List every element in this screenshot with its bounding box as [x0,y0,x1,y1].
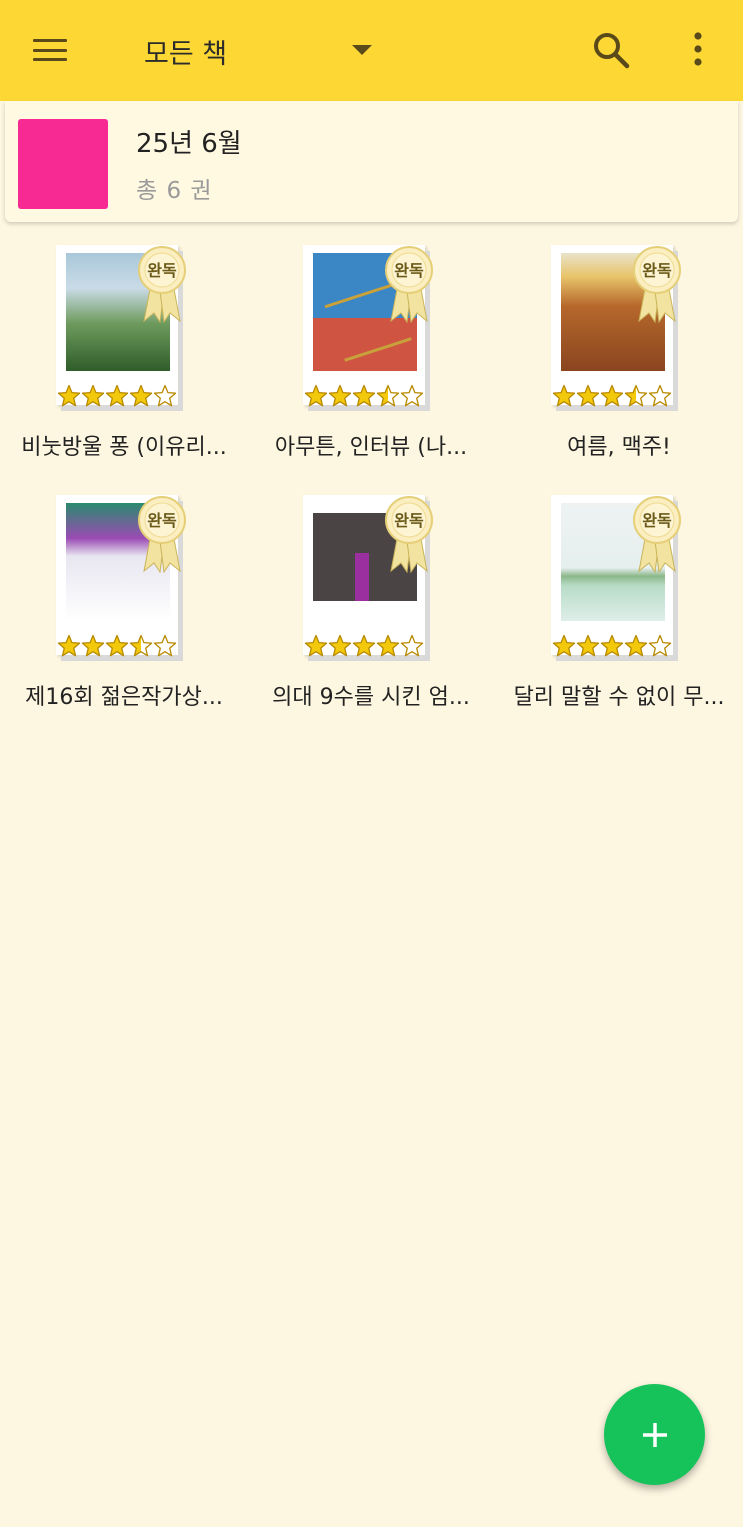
book-cover: 완독 [551,245,687,415]
star-icon [400,634,424,658]
star-icon [57,634,81,658]
rating-stars [57,384,177,408]
star-icon [576,384,600,408]
svg-text:완독: 완독 [147,511,177,530]
rating-stars [552,384,672,408]
book-cover: 완독 [303,245,439,415]
book-title: 의대 9수를 시킨 엄... [272,685,470,710]
svg-text:완독: 완독 [394,511,424,530]
star-icon [576,634,600,658]
svg-text:완독: 완독 [642,511,672,530]
more-vert-icon[interactable] [686,30,710,70]
star-icon [376,634,400,658]
star-icon [105,634,129,658]
book-title: 아무튼, 인터뷰 (나... [274,435,468,460]
star-icon [376,384,400,408]
book-title: 달리 말할 수 없이 무... [513,685,725,710]
book-item[interactable]: 완독 의대 9수를 시킨 엄... [251,495,491,725]
page-title[interactable]: 모든 책 [144,32,227,71]
star-icon [153,384,177,408]
completed-badge-icon: 완독 [627,245,687,324]
star-icon [105,384,129,408]
book-title: 여름, 맥주! [567,435,671,460]
star-icon [129,384,153,408]
star-icon [153,634,177,658]
rating-stars [304,634,424,658]
book-cover: 완독 [56,495,192,665]
svg-text:완독: 완독 [642,261,672,280]
star-icon [328,384,352,408]
star-icon [600,384,624,408]
shelf-book-count: 총 6 권 [136,178,213,204]
star-icon [352,384,376,408]
book-item[interactable]: 완독 비눗방울 퐁 (이유리... [4,245,244,475]
book-cover: 완독 [56,245,192,415]
book-cover: 완독 [551,495,687,665]
star-icon [624,634,648,658]
rating-stars [552,634,672,658]
star-icon [304,384,328,408]
rating-stars [57,634,177,658]
star-icon [648,384,672,408]
plus-icon [642,1422,667,1447]
star-icon [400,384,424,408]
book-item[interactable]: 완독 여름, 맥주! [499,245,739,475]
shelf-color-swatch [18,119,108,209]
star-icon [648,634,672,658]
star-icon [328,634,352,658]
search-icon[interactable] [591,30,631,70]
dropdown-arrow-icon[interactable] [352,45,372,55]
book-cover: 완독 [303,495,439,665]
star-icon [600,634,624,658]
svg-text:완독: 완독 [394,261,424,280]
star-icon [552,634,576,658]
star-icon [352,634,376,658]
book-title: 제16회 젊은작가상... [25,685,223,710]
completed-badge-icon: 완독 [379,495,439,574]
star-icon [624,384,648,408]
star-icon [57,384,81,408]
add-book-button[interactable] [604,1384,705,1485]
book-item[interactable]: 완독 달리 말할 수 없이 무... [499,495,739,725]
svg-text:완독: 완독 [147,261,177,280]
book-item[interactable]: 완독 아무튼, 인터뷰 (나... [251,245,491,475]
star-icon [81,634,105,658]
shelf-name: 25년 6월 [136,129,242,159]
star-icon [552,384,576,408]
star-icon [304,634,328,658]
app-bar: 모든 책 [0,0,743,101]
menu-icon[interactable] [28,32,72,68]
star-icon [129,634,153,658]
book-item[interactable]: 완독 제16회 젊은작가상... [4,495,244,725]
completed-badge-icon: 완독 [132,495,192,574]
completed-badge-icon: 완독 [627,495,687,574]
star-icon [81,384,105,408]
completed-badge-icon: 완독 [379,245,439,324]
shelf-card[interactable]: 25년 6월 총 6 권 [5,101,738,222]
book-title: 비눗방울 퐁 (이유리... [21,435,227,460]
completed-badge-icon: 완독 [132,245,192,324]
rating-stars [304,384,424,408]
